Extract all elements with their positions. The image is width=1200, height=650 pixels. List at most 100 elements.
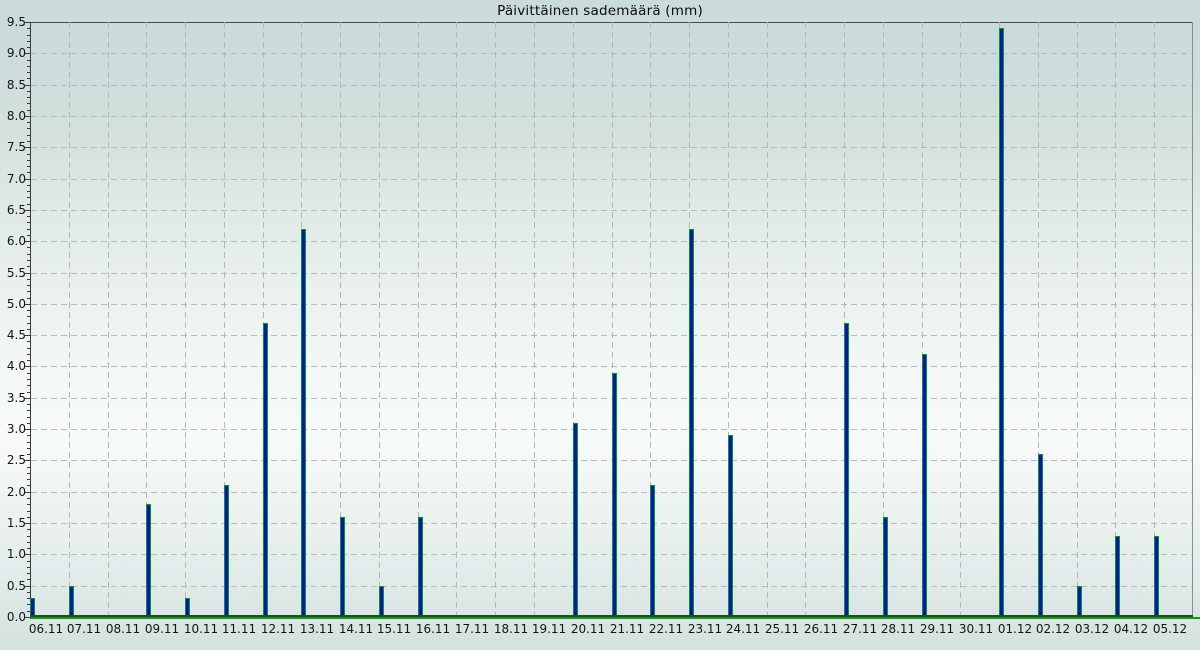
x-tick-label: 20.11 <box>566 621 610 637</box>
x-tick-label: 17.11 <box>450 621 494 637</box>
y-minor-tick <box>27 323 30 324</box>
y-minor-tick <box>27 166 30 167</box>
y-minor-tick <box>27 410 30 411</box>
x-gridline <box>108 22 109 617</box>
y-tick-label: 8.0 <box>0 109 26 123</box>
x-tick-label: 08.11 <box>101 621 145 637</box>
y-minor-tick <box>27 28 30 29</box>
x-gridline <box>960 22 961 617</box>
y-minor-tick <box>27 35 30 36</box>
bar-13.11 <box>301 229 306 617</box>
y-minor-tick <box>27 72 30 73</box>
y-minor-tick <box>27 329 30 330</box>
bar-02.12 <box>1038 454 1043 617</box>
y-minor-tick <box>27 222 30 223</box>
y-minor-tick <box>27 291 30 292</box>
y-minor-tick <box>27 97 30 98</box>
x-gridline <box>185 22 186 617</box>
y-tick-label: 4.5 <box>0 328 26 342</box>
y-tick-label: 4.0 <box>0 359 26 373</box>
zero-baseline-line <box>30 617 1200 619</box>
y-minor-tick <box>27 41 30 42</box>
y-minor-tick <box>27 442 30 443</box>
y-minor-tick <box>27 260 30 261</box>
y-minor-tick <box>27 567 30 568</box>
bar-23.11 <box>689 229 694 617</box>
y-minor-tick <box>27 511 30 512</box>
y-minor-tick <box>27 254 30 255</box>
y-minor-tick <box>27 266 30 267</box>
y-minor-tick <box>27 172 30 173</box>
y-minor-tick <box>27 160 30 161</box>
y-minor-tick <box>27 548 30 549</box>
bar-14.11 <box>340 517 345 617</box>
x-tick-label: 25.11 <box>760 621 804 637</box>
y-minor-tick <box>27 417 30 418</box>
x-tick-label: 07.11 <box>62 621 106 637</box>
rainfall-chart-figure: Päivittäinen sademäärä (mm) 0.00.51.01.5… <box>0 0 1200 650</box>
y-minor-tick <box>27 517 30 518</box>
x-gridline <box>69 22 70 617</box>
bar-21.11 <box>612 373 617 617</box>
x-gridline <box>456 22 457 617</box>
bar-05.12 <box>1154 536 1159 617</box>
x-tick-label: 26.11 <box>799 621 843 637</box>
y-minor-tick <box>27 341 30 342</box>
bar-11.11 <box>224 485 229 617</box>
y-minor-tick <box>27 592 30 593</box>
y-minor-tick <box>27 354 30 355</box>
x-tick-label: 19.11 <box>527 621 571 637</box>
x-gridline <box>767 22 768 617</box>
x-tick-label: 12.11 <box>256 621 300 637</box>
x-tick-label: 02.12 <box>1031 621 1075 637</box>
y-minor-tick <box>27 573 30 574</box>
x-tick-label: 24.11 <box>721 621 765 637</box>
y-tick-label: 9.0 <box>0 46 26 60</box>
bar-24.11 <box>728 435 733 617</box>
y-minor-tick <box>27 504 30 505</box>
y-minor-tick <box>27 561 30 562</box>
y-minor-tick <box>27 392 30 393</box>
x-gridline <box>1154 22 1155 617</box>
y-minor-tick <box>27 154 30 155</box>
y-minor-tick <box>27 373 30 374</box>
x-tick-label: 28.11 <box>876 621 920 637</box>
y-tick-label: 7.5 <box>0 140 26 154</box>
y-minor-tick <box>27 310 30 311</box>
y-minor-tick <box>27 298 30 299</box>
y-tick-label: 0.5 <box>0 579 26 593</box>
y-minor-tick <box>27 360 30 361</box>
y-tick-label: 7.0 <box>0 172 26 186</box>
x-tick-label: 05.12 <box>1148 621 1192 637</box>
y-axis-spine <box>30 22 31 617</box>
y-minor-tick <box>27 379 30 380</box>
y-minor-tick <box>27 229 30 230</box>
y-minor-tick <box>27 128 30 129</box>
x-tick-label: 30.11 <box>954 621 998 637</box>
bar-16.11 <box>418 517 423 617</box>
y-tick-label: 3.5 <box>0 391 26 405</box>
y-minor-tick <box>27 498 30 499</box>
y-tick-label: 2.0 <box>0 485 26 499</box>
y-minor-tick <box>27 435 30 436</box>
y-minor-tick <box>27 60 30 61</box>
y-minor-tick <box>27 454 30 455</box>
y-minor-tick <box>27 91 30 92</box>
y-minor-tick <box>27 78 30 79</box>
bar-15.11 <box>379 586 384 617</box>
y-minor-tick <box>27 141 30 142</box>
y-minor-tick <box>27 279 30 280</box>
y-tick-label: 3.0 <box>0 422 26 436</box>
y-tick-label: 8.5 <box>0 78 26 92</box>
bar-27.11 <box>844 323 849 617</box>
x-tick-label: 04.12 <box>1109 621 1153 637</box>
y-tick-label: 5.0 <box>0 297 26 311</box>
right-spine <box>1192 22 1193 617</box>
plot-area <box>30 22 1193 617</box>
x-gridline <box>379 22 380 617</box>
y-minor-tick <box>27 235 30 236</box>
y-tick-label: 1.5 <box>0 516 26 530</box>
y-minor-tick <box>27 479 30 480</box>
x-axis-spine <box>30 615 1193 617</box>
x-tick-label: 21.11 <box>605 621 649 637</box>
